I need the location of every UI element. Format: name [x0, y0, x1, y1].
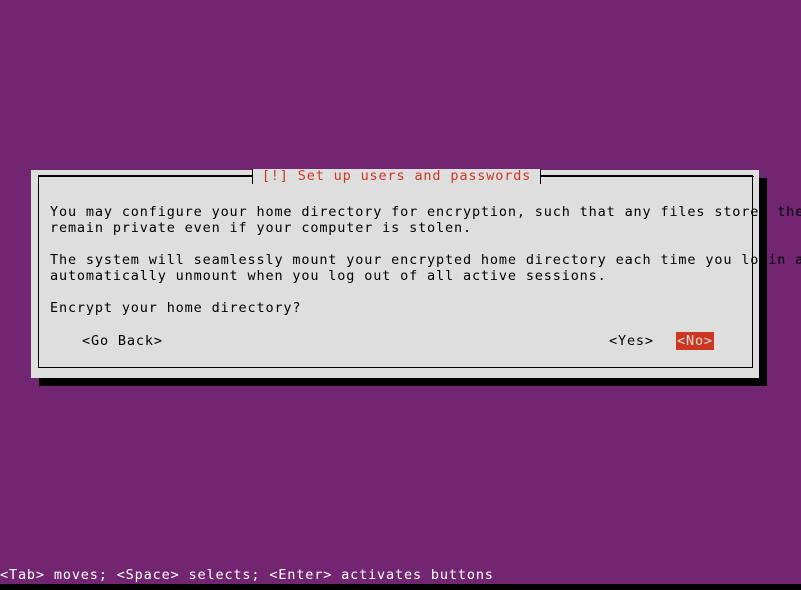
keyboard-help-bar: <Tab> moves; <Space> selects; <Enter> ac…: [0, 567, 494, 583]
dialog-paragraph-1: You may configure your home directory fo…: [50, 204, 801, 236]
dialog-inner-frame: [!] Set up users and passwords You may c…: [38, 168, 801, 368]
dialog-button-row: <Go Back> <Yes> <No>: [39, 332, 754, 350]
dialog-panel: [!] Set up users and passwords You may c…: [31, 168, 801, 378]
dialog-question: Encrypt your home directory?: [50, 300, 302, 316]
installer-screen: [!] Set up users and passwords You may c…: [0, 0, 801, 590]
go-back-button[interactable]: <Go Back>: [81, 332, 164, 350]
title-rule-left: [39, 175, 252, 177]
no-button[interactable]: <No>: [676, 332, 714, 350]
dialog-paragraph-2: The system will seamlessly mount your en…: [50, 252, 801, 284]
title-rule-right: [541, 175, 754, 177]
yes-button[interactable]: <Yes>: [608, 332, 655, 350]
dialog-title-bar: [!] Set up users and passwords: [39, 168, 754, 184]
dialog-title: [!] Set up users and passwords: [252, 168, 541, 184]
dialog: [!] Set up users and passwords You may c…: [31, 168, 801, 386]
bottom-black-strip: [0, 584, 801, 590]
